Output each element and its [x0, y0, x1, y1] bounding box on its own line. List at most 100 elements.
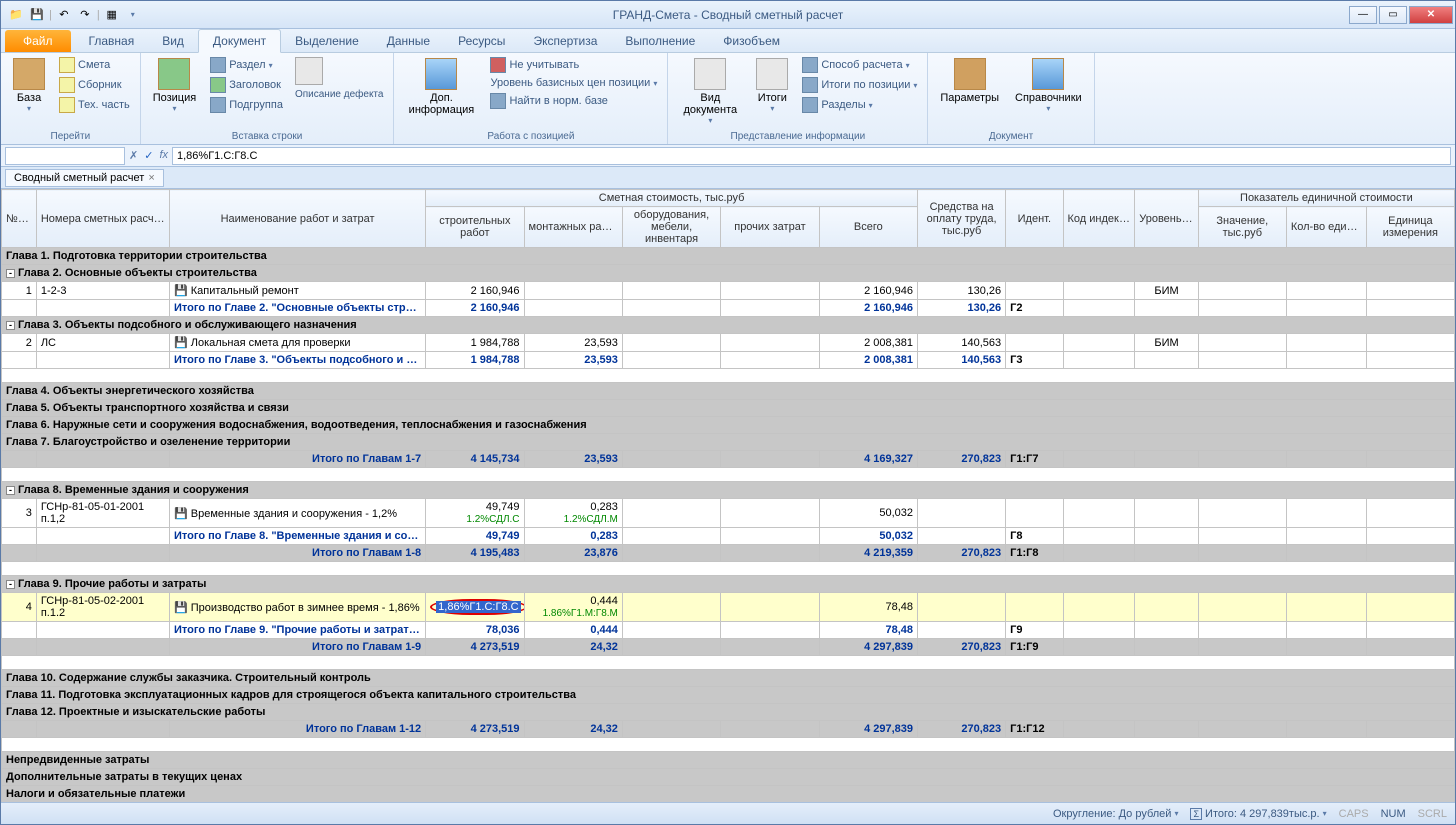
- table-row[interactable]: 11-2-3 💾 Капитальный ремонт 2 160,946 2 …: [2, 282, 1455, 300]
- group-info-label: Представление информации: [674, 129, 921, 142]
- minimize-button[interactable]: —: [1349, 6, 1377, 24]
- table-row[interactable]: -Глава 3. Объекты подсобного и обслужива…: [2, 317, 1455, 334]
- scrl-indicator: SCRL: [1418, 808, 1447, 820]
- baselevel-button[interactable]: Уровень базисных цен позиции▾: [486, 76, 661, 90]
- tech-button[interactable]: Тех. часть: [55, 96, 134, 114]
- name-box[interactable]: [5, 147, 125, 165]
- table-row[interactable]: [2, 656, 1455, 670]
- table-row[interactable]: 4ГСНр-81-05-02-2001 п.1.2 💾 Производство…: [2, 593, 1455, 622]
- expand-icon[interactable]: -: [6, 580, 15, 589]
- document-tabs: Сводный сметный расчет×: [1, 167, 1455, 189]
- tab-document[interactable]: Документ: [198, 29, 281, 53]
- table-row[interactable]: Глава 12. Проектные и изыскательские раб…: [2, 704, 1455, 721]
- table-row[interactable]: -Глава 8. Временные здания и сооружения: [2, 482, 1455, 499]
- formula-bar: ✗ ✓ fx 1,86%Г1.С:Г8.С: [1, 145, 1455, 167]
- tab-volume[interactable]: Физобъем: [709, 30, 794, 52]
- tab-view[interactable]: Вид: [148, 30, 198, 52]
- table-row[interactable]: [2, 562, 1455, 576]
- defect-desc-button[interactable]: [291, 56, 388, 86]
- table-row[interactable]: Дополнительные затраты в текущих ценах: [2, 769, 1455, 786]
- table-row[interactable]: [2, 738, 1455, 752]
- table-row[interactable]: Глава 7. Благоустройство и озеленение те…: [2, 434, 1455, 451]
- fx-icon[interactable]: fx: [159, 149, 168, 162]
- quick-access-toolbar: 📁 💾 | ↶ ↷ | ▦ ▾: [1, 6, 142, 24]
- table-row[interactable]: Глава 6. Наружные сети и сооружения водо…: [2, 417, 1455, 434]
- status-bar: Округление: До рублей▾ ΣИтого: 4 297,839…: [1, 802, 1455, 824]
- section-button[interactable]: Раздел▾: [206, 56, 287, 74]
- window-title: ГРАНД-Смета - Сводный сметный расчет: [613, 8, 844, 22]
- table-row[interactable]: [2, 369, 1455, 383]
- total-status[interactable]: ΣИтого: 4 297,839тыс.р.▾: [1190, 808, 1326, 820]
- tab-selection[interactable]: Выделение: [281, 30, 373, 52]
- redo-icon[interactable]: ↷: [76, 6, 94, 24]
- ribbon-tabs: Файл Главная Вид Документ Выделение Данн…: [1, 29, 1455, 53]
- tab-main[interactable]: Главная: [75, 30, 149, 52]
- refs-button[interactable]: Справочники▾: [1009, 56, 1088, 115]
- subgroup-button[interactable]: Подгруппа: [206, 96, 287, 114]
- table-row[interactable]: Итого по Главе 2. "Основные объекты стро…: [2, 300, 1455, 317]
- addinfo-button[interactable]: Доп. информация: [400, 56, 482, 118]
- table-row[interactable]: Итого по Главе 3. "Объекты подсобного и …: [2, 352, 1455, 369]
- close-tab-icon[interactable]: ×: [148, 172, 154, 184]
- undo-icon[interactable]: ↶: [55, 6, 73, 24]
- sbornik-button[interactable]: Сборник: [55, 76, 134, 94]
- params-button[interactable]: Параметры: [934, 56, 1005, 106]
- table-row[interactable]: Непредвиденные затраты: [2, 752, 1455, 769]
- caps-indicator: CAPS: [1339, 808, 1369, 820]
- table-row[interactable]: Глава 11. Подготовка эксплуатационных ка…: [2, 687, 1455, 704]
- formula-input[interactable]: 1,86%Г1.С:Г8.С: [172, 147, 1451, 165]
- docview-button[interactable]: Вид документа▾: [674, 56, 746, 127]
- folder-icon[interactable]: 📁: [7, 6, 25, 24]
- table-row[interactable]: Глава 1. Подготовка территории строитель…: [2, 248, 1455, 265]
- group-insert-label: Вставка строки: [147, 129, 388, 142]
- table-row[interactable]: Итого по Главам 1-9 4 273,51924,32 4 297…: [2, 639, 1455, 656]
- table-row[interactable]: Итого по Главе 8. "Временные здания и со…: [2, 528, 1455, 545]
- expand-icon[interactable]: -: [6, 269, 15, 278]
- ignore-button[interactable]: Не учитывать: [486, 56, 661, 74]
- postotals-button[interactable]: Итоги по позиции▾: [798, 76, 921, 94]
- group-icon[interactable]: ▦: [103, 6, 121, 24]
- table-row[interactable]: Глава 4. Объекты энергетического хозяйст…: [2, 383, 1455, 400]
- table-row[interactable]: Итого по Главам 1-12 4 273,51924,32 4 29…: [2, 721, 1455, 738]
- accept-icon[interactable]: ✓: [144, 149, 153, 162]
- table-row[interactable]: Налоги и обязательные платежи: [2, 786, 1455, 803]
- table-row[interactable]: -Глава 9. Прочие работы и затраты: [2, 576, 1455, 593]
- smeta-button[interactable]: Смета: [55, 56, 134, 74]
- tab-expertise[interactable]: Экспертиза: [519, 30, 611, 52]
- header-button[interactable]: Заголовок: [206, 76, 287, 94]
- sections-button[interactable]: Разделы▾: [798, 96, 921, 114]
- doc-tab-summary[interactable]: Сводный сметный расчет×: [5, 169, 164, 187]
- table-row[interactable]: -Глава 2. Основные объекты строительства: [2, 265, 1455, 282]
- save-icon[interactable]: 💾: [28, 6, 46, 24]
- tab-resources[interactable]: Ресурсы: [444, 30, 519, 52]
- ribbon: База▾ Смета Сборник Тех. часть Перейти П…: [1, 53, 1455, 145]
- tab-file[interactable]: Файл: [5, 30, 71, 52]
- totals-button[interactable]: Итоги▾: [750, 56, 794, 115]
- num-indicator: NUM: [1381, 808, 1406, 820]
- table-row[interactable]: Глава 5. Объекты транспортного хозяйства…: [2, 400, 1455, 417]
- cancel-icon[interactable]: ✗: [129, 149, 138, 162]
- expand-icon[interactable]: -: [6, 321, 15, 330]
- position-button[interactable]: Позиция▾: [147, 56, 203, 115]
- grid-header: № п.п Номера сметных расчетов и смет Наи…: [2, 190, 1455, 248]
- table-row[interactable]: Итого по Главам 1-8 4 195,48323,876 4 21…: [2, 545, 1455, 562]
- tab-execution[interactable]: Выполнение: [611, 30, 709, 52]
- maximize-button[interactable]: ▭: [1379, 6, 1407, 24]
- data-grid[interactable]: № п.п Номера сметных расчетов и смет Наи…: [1, 189, 1455, 802]
- close-button[interactable]: ✕: [1409, 6, 1453, 24]
- rounding-status[interactable]: Округление: До рублей▾: [1053, 808, 1179, 820]
- base-button[interactable]: База▾: [7, 56, 51, 115]
- table-row[interactable]: Итого по Главам 1-7 4 145,73423,593 4 16…: [2, 451, 1455, 468]
- table-row[interactable]: Глава 10. Содержание службы заказчика. С…: [2, 670, 1455, 687]
- group-goto-label: Перейти: [7, 129, 134, 142]
- findnorm-button[interactable]: Найти в норм. базе: [486, 92, 661, 110]
- table-row[interactable]: [2, 468, 1455, 482]
- table-row[interactable]: 3ГСНр-81-05-01-2001 п.1,2 💾 Временные зд…: [2, 499, 1455, 528]
- calcmethod-button[interactable]: Способ расчета▾: [798, 56, 921, 74]
- options-icon[interactable]: ▾: [124, 6, 142, 24]
- table-row[interactable]: 2ЛС 💾 Локальная смета для проверки 1 984…: [2, 334, 1455, 352]
- table-row[interactable]: Итого по Главе 9. "Прочие работы и затра…: [2, 622, 1455, 639]
- expand-icon[interactable]: -: [6, 486, 15, 495]
- group-position-label: Работа с позицией: [400, 129, 661, 142]
- tab-data[interactable]: Данные: [373, 30, 444, 52]
